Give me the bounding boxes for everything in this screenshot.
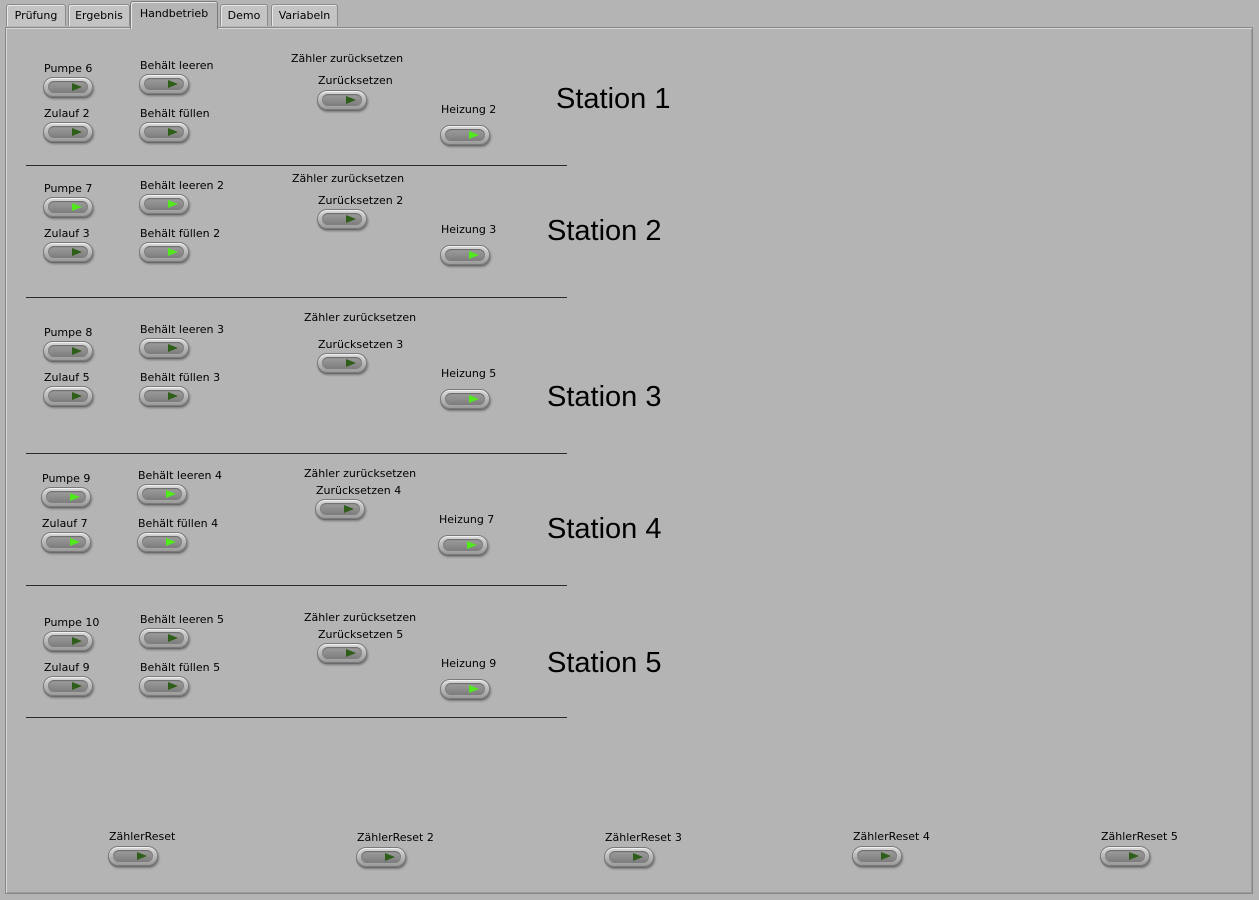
station-divider bbox=[26, 297, 567, 298]
behaelt-leeren-label: Behält leeren 2 bbox=[140, 179, 224, 192]
behaelt-fuellen-switch[interactable] bbox=[139, 242, 189, 262]
behaelt-fuellen-label: Behält füllen 5 bbox=[140, 661, 221, 674]
zuruecksetzen-switch[interactable] bbox=[317, 209, 367, 229]
behaelt-leeren-label: Behält leeren 5 bbox=[140, 613, 224, 626]
heizung-switch[interactable] bbox=[440, 679, 490, 699]
heizung-label: Heizung 2 bbox=[441, 103, 497, 116]
zaehler-reset-switch[interactable] bbox=[1100, 846, 1150, 866]
zulauf-label: Zulauf 9 bbox=[44, 661, 90, 674]
zaehler-zuruecksetzen-caption: Zähler zurücksetzen bbox=[292, 172, 405, 185]
behaelt-leeren-label: Behält leeren bbox=[140, 59, 214, 72]
zulauf-switch[interactable] bbox=[43, 242, 93, 262]
pumpe-label: Pumpe 8 bbox=[44, 326, 93, 339]
pumpe-label: Pumpe 9 bbox=[42, 472, 91, 485]
station-title: Station 5 bbox=[547, 647, 662, 679]
zuruecksetzen-label: Zurücksetzen 4 bbox=[316, 484, 402, 497]
zaehler-zuruecksetzen-caption: Zähler zurücksetzen bbox=[304, 611, 417, 624]
zuruecksetzen-label: Zurücksetzen 5 bbox=[318, 628, 404, 641]
station-title: Station 1 bbox=[556, 83, 671, 115]
behaelt-fuellen-switch[interactable] bbox=[139, 386, 189, 406]
zaehler-reset-switch[interactable] bbox=[852, 846, 902, 866]
pumpe-label: Pumpe 6 bbox=[44, 62, 93, 75]
pumpe-switch[interactable] bbox=[43, 631, 93, 651]
zulauf-switch[interactable] bbox=[43, 386, 93, 406]
behaelt-leeren-switch[interactable] bbox=[137, 484, 187, 504]
heizung-label: Heizung 9 bbox=[441, 657, 497, 670]
zuruecksetzen-switch[interactable] bbox=[317, 643, 367, 663]
zuruecksetzen-label: Zurücksetzen 3 bbox=[318, 338, 404, 351]
zuruecksetzen-label: Zurücksetzen 2 bbox=[318, 194, 404, 207]
zulauf-label: Zulauf 5 bbox=[44, 371, 90, 384]
zulauf-switch[interactable] bbox=[43, 122, 93, 142]
zaehler-zuruecksetzen-caption: Zähler zurücksetzen bbox=[304, 311, 417, 324]
zaehler-reset-switch[interactable] bbox=[108, 846, 158, 866]
heizung-label: Heizung 5 bbox=[441, 367, 497, 380]
zuruecksetzen-label: Zurücksetzen bbox=[318, 74, 393, 87]
pumpe-label: Pumpe 7 bbox=[44, 182, 93, 195]
heizung-switch[interactable] bbox=[440, 245, 490, 265]
zaehler-zuruecksetzen-caption: Zähler zurücksetzen bbox=[304, 467, 417, 480]
zaehler-reset-label: ZählerReset bbox=[109, 830, 176, 843]
tab-demo[interactable]: Demo bbox=[220, 4, 268, 26]
heizung-switch[interactable] bbox=[440, 389, 490, 409]
zaehler-reset-label: ZählerReset 2 bbox=[357, 831, 434, 844]
station-title: Station 3 bbox=[547, 381, 662, 413]
behaelt-leeren-switch[interactable] bbox=[139, 338, 189, 358]
heizung-label: Heizung 3 bbox=[441, 223, 497, 236]
behaelt-leeren-switch[interactable] bbox=[139, 74, 189, 94]
zulauf-label: Zulauf 3 bbox=[44, 227, 90, 240]
zulauf-label: Zulauf 7 bbox=[42, 517, 88, 530]
behaelt-leeren-switch[interactable] bbox=[139, 628, 189, 648]
heizung-switch[interactable] bbox=[438, 535, 488, 555]
tab-bar: Prüfung Ergebnis Handbetrieb Demo Variab… bbox=[0, 0, 1259, 29]
pumpe-switch[interactable] bbox=[41, 487, 91, 507]
station-divider bbox=[26, 453, 567, 454]
pumpe-label: Pumpe 10 bbox=[44, 616, 100, 629]
heizung-label: Heizung 7 bbox=[439, 513, 495, 526]
behaelt-leeren-label: Behält leeren 4 bbox=[138, 469, 222, 482]
behaelt-fuellen-switch[interactable] bbox=[139, 676, 189, 696]
pumpe-switch[interactable] bbox=[43, 77, 93, 97]
heizung-switch[interactable] bbox=[440, 125, 490, 145]
zuruecksetzen-switch[interactable] bbox=[317, 90, 367, 110]
station-title: Station 2 bbox=[547, 215, 662, 247]
station-divider bbox=[26, 165, 567, 166]
behaelt-fuellen-switch[interactable] bbox=[139, 122, 189, 142]
zuruecksetzen-switch[interactable] bbox=[317, 353, 367, 373]
station-divider bbox=[26, 717, 567, 718]
zulauf-label: Zulauf 2 bbox=[44, 107, 90, 120]
station-title: Station 4 bbox=[547, 513, 662, 545]
handbetrieb-panel bbox=[5, 27, 1253, 894]
tab-ergebnis[interactable]: Ergebnis bbox=[68, 4, 130, 26]
zulauf-switch[interactable] bbox=[43, 676, 93, 696]
zuruecksetzen-switch[interactable] bbox=[315, 499, 365, 519]
tab-pruefung[interactable]: Prüfung bbox=[6, 4, 66, 26]
tab-handbetrieb[interactable]: Handbetrieb bbox=[130, 1, 218, 29]
tab-variabeln[interactable]: Variabeln bbox=[271, 4, 338, 26]
zaehler-reset-label: ZählerReset 4 bbox=[853, 830, 930, 843]
zaehler-reset-label: ZählerReset 5 bbox=[1101, 830, 1178, 843]
pumpe-switch[interactable] bbox=[43, 197, 93, 217]
behaelt-fuellen-label: Behält füllen 4 bbox=[138, 517, 219, 530]
zaehler-reset-switch[interactable] bbox=[604, 847, 654, 867]
behaelt-fuellen-label: Behält füllen 2 bbox=[140, 227, 221, 240]
behaelt-fuellen-switch[interactable] bbox=[137, 532, 187, 552]
behaelt-fuellen-label: Behält füllen bbox=[140, 107, 210, 120]
pumpe-switch[interactable] bbox=[43, 341, 93, 361]
behaelt-leeren-label: Behält leeren 3 bbox=[140, 323, 224, 336]
behaelt-leeren-switch[interactable] bbox=[139, 194, 189, 214]
zaehler-reset-label: ZählerReset 3 bbox=[605, 831, 682, 844]
behaelt-fuellen-label: Behält füllen 3 bbox=[140, 371, 221, 384]
station-divider bbox=[26, 585, 567, 586]
zaehler-reset-switch[interactable] bbox=[356, 847, 406, 867]
zulauf-switch[interactable] bbox=[41, 532, 91, 552]
zaehler-zuruecksetzen-caption: Zähler zurücksetzen bbox=[291, 52, 404, 65]
